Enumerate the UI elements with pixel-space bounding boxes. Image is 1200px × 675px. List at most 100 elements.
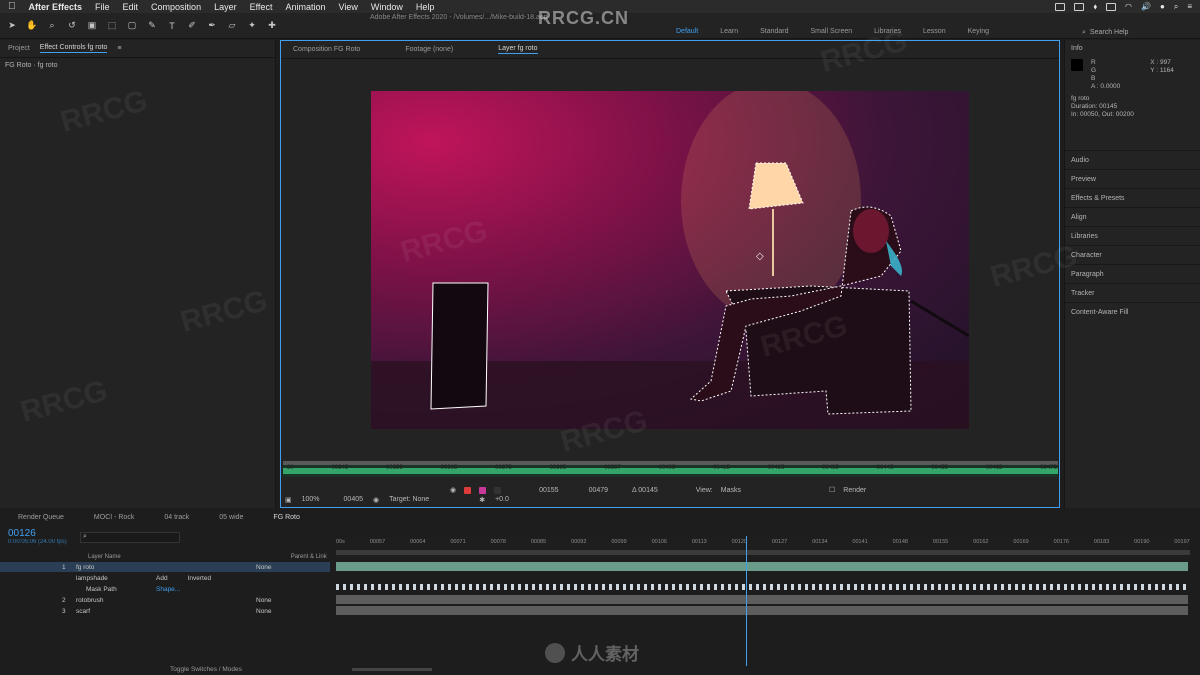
timeline-playhead[interactable] bbox=[746, 536, 747, 666]
workspace-keying[interactable]: Keying bbox=[968, 28, 989, 35]
menu-window[interactable]: Window bbox=[371, 2, 403, 12]
search-icon[interactable]: ⌕ bbox=[1174, 2, 1178, 12]
panel-content-aware-fill[interactable]: Content-Aware Fill bbox=[1065, 302, 1200, 321]
exposure-value[interactable]: +0.0 bbox=[495, 496, 509, 503]
layer-parent-select[interactable]: None bbox=[256, 564, 272, 571]
mask-path-label[interactable]: Mask Path bbox=[76, 586, 146, 593]
panel-preview[interactable]: Preview bbox=[1065, 169, 1200, 188]
viewer-timecode[interactable]: 00405 bbox=[344, 496, 363, 503]
timeline-search-input[interactable]: ⌕ bbox=[80, 532, 180, 543]
camera-tool-icon[interactable]: ▣ bbox=[84, 18, 100, 34]
work-area-bar[interactable] bbox=[336, 550, 1190, 555]
workspace-lesson[interactable]: Lesson bbox=[923, 28, 946, 35]
panel-menu-icon[interactable]: ≡ bbox=[117, 45, 121, 52]
zoom-select[interactable]: 100% bbox=[302, 496, 320, 503]
workspace-default[interactable]: Default bbox=[676, 28, 698, 35]
tab-footage[interactable]: Footage (none) bbox=[405, 46, 453, 53]
menu-edit[interactable]: Edit bbox=[123, 2, 139, 12]
layer-name[interactable]: rotobrush bbox=[76, 597, 146, 604]
tab-05-wide[interactable]: 05 wide bbox=[219, 514, 243, 521]
zoom-tool-icon[interactable]: ⌕ bbox=[44, 18, 60, 34]
track-bar-fg-roto[interactable] bbox=[336, 562, 1188, 571]
layer-name[interactable]: fg roto bbox=[76, 564, 146, 571]
layer-row-rotobrush[interactable]: 2 rotobrush None bbox=[0, 595, 330, 605]
tab-04-track[interactable]: 04 track bbox=[164, 514, 189, 521]
user-icon[interactable]: ● bbox=[1160, 2, 1165, 11]
apple-icon[interactable]:  bbox=[8, 1, 16, 12]
mask-inverted-label[interactable]: Inverted bbox=[188, 575, 212, 582]
roto-brush-tool-icon[interactable]: ✦ bbox=[244, 18, 260, 34]
mask-path-keyframes[interactable] bbox=[336, 584, 1188, 590]
menu-effect[interactable]: Effect bbox=[250, 2, 273, 12]
tab-render-queue[interactable]: Render Queue bbox=[18, 514, 64, 521]
display-icon[interactable] bbox=[1074, 2, 1085, 11]
panel-character[interactable]: Character bbox=[1065, 245, 1200, 264]
clone-tool-icon[interactable]: ✒ bbox=[204, 18, 220, 34]
mail-icon[interactable] bbox=[1106, 2, 1117, 11]
panel-libraries[interactable]: Libraries bbox=[1065, 226, 1200, 245]
exposure-icon[interactable]: ✱ bbox=[479, 496, 485, 504]
panel-audio[interactable]: Audio bbox=[1065, 150, 1200, 169]
mask-name[interactable]: lampshade bbox=[76, 575, 146, 582]
app-menu[interactable]: After Effects bbox=[29, 2, 83, 12]
workspace-small-screen[interactable]: Small Screen bbox=[811, 28, 853, 35]
timeline-ruler[interactable]: 00s 00057 00064 00071 00078 00085 00092 … bbox=[336, 537, 1190, 559]
type-tool-icon[interactable]: T bbox=[164, 18, 180, 34]
menu-layer[interactable]: Layer bbox=[214, 2, 237, 12]
menu-view[interactable]: View bbox=[338, 2, 357, 12]
layer-row-fg-roto[interactable]: 1 fg roto None bbox=[0, 562, 330, 572]
track-bar-scarf[interactable] bbox=[336, 606, 1188, 615]
tab-composition[interactable]: Composition FG Roto bbox=[293, 46, 360, 53]
panel-paragraph[interactable]: Paragraph bbox=[1065, 264, 1200, 283]
timeline-zoom-slider[interactable] bbox=[351, 667, 432, 671]
layer-row-mask-path[interactable]: Mask Path Shape... bbox=[0, 584, 330, 594]
pan-behind-tool-icon[interactable]: ⬚ bbox=[104, 18, 120, 34]
workspace-learn[interactable]: Learn bbox=[720, 28, 738, 35]
layer-row-scarf[interactable]: 3 scarf None bbox=[0, 606, 330, 616]
dropbox-icon[interactable]: ⬧ bbox=[1093, 2, 1097, 12]
mask-mode-select[interactable]: Add bbox=[156, 575, 168, 582]
camera-icon[interactable] bbox=[1055, 2, 1066, 11]
search-help-field[interactable]: ⌕ Search Help bbox=[1082, 27, 1192, 38]
workspace-libraries[interactable]: Libraries bbox=[874, 28, 901, 35]
tab-fg-roto[interactable]: FG Roto bbox=[273, 514, 299, 521]
mask-shape-link[interactable]: Shape... bbox=[156, 586, 180, 593]
info-layer-name: fg roto bbox=[1071, 95, 1090, 102]
layer-name[interactable]: scarf bbox=[76, 608, 146, 615]
tab-moci-rock[interactable]: MOCI - Rock bbox=[94, 514, 134, 521]
sound-icon[interactable]: 🔊 bbox=[1141, 2, 1151, 11]
rectangle-tool-icon[interactable]: ▢ bbox=[124, 18, 140, 34]
tab-effect-controls[interactable]: Effect Controls fg roto bbox=[39, 44, 108, 53]
wifi-icon[interactable]: ◠ bbox=[1125, 2, 1132, 11]
panel-tracker[interactable]: Tracker bbox=[1065, 283, 1200, 302]
tab-project[interactable]: Project bbox=[8, 45, 30, 52]
menu-file[interactable]: File bbox=[95, 2, 110, 12]
hand-tool-icon[interactable]: ✋ bbox=[24, 18, 40, 34]
brush-tool-icon[interactable]: ✐ bbox=[184, 18, 200, 34]
anchor-point-icon[interactable]: ◇ bbox=[756, 251, 764, 262]
layer-time-ruler[interactable]: 30 00345 00355 00365 00375 00385 00397 0… bbox=[283, 461, 1058, 477]
menu-list-icon[interactable]: ≡ bbox=[1187, 2, 1192, 11]
timeline-timecode[interactable]: 00126 bbox=[8, 528, 36, 539]
snapshot-icon[interactable]: ◉ bbox=[373, 496, 379, 504]
layer-parent-select[interactable]: None bbox=[256, 608, 272, 615]
region-icon[interactable]: ▣ bbox=[285, 496, 292, 504]
tab-layer[interactable]: Layer fg roto bbox=[498, 45, 538, 54]
target-select[interactable]: Target: None bbox=[389, 496, 429, 503]
pen-tool-icon[interactable]: ✎ bbox=[144, 18, 160, 34]
panel-align[interactable]: Align bbox=[1065, 207, 1200, 226]
menu-composition[interactable]: Composition bbox=[151, 2, 201, 12]
layer-preview-image[interactable]: ◇ bbox=[371, 91, 969, 429]
selection-tool-icon[interactable]: ➤ bbox=[4, 18, 20, 34]
menu-help[interactable]: Help bbox=[416, 2, 435, 12]
layer-parent-select[interactable]: None bbox=[256, 597, 272, 604]
panel-effects-presets[interactable]: Effects & Presets bbox=[1065, 188, 1200, 207]
eraser-tool-icon[interactable]: ▱ bbox=[224, 18, 240, 34]
rotate-tool-icon[interactable]: ↺ bbox=[64, 18, 80, 34]
track-bar-rotobrush[interactable] bbox=[336, 595, 1188, 604]
menu-animation[interactable]: Animation bbox=[285, 2, 325, 12]
puppet-tool-icon[interactable]: ✚ bbox=[264, 18, 280, 34]
workspace-standard[interactable]: Standard bbox=[760, 28, 788, 35]
toggle-switches-modes[interactable]: Toggle Switches / Modes bbox=[170, 666, 242, 673]
layer-row-lampshade[interactable]: lampshade Add Inverted bbox=[0, 573, 330, 583]
